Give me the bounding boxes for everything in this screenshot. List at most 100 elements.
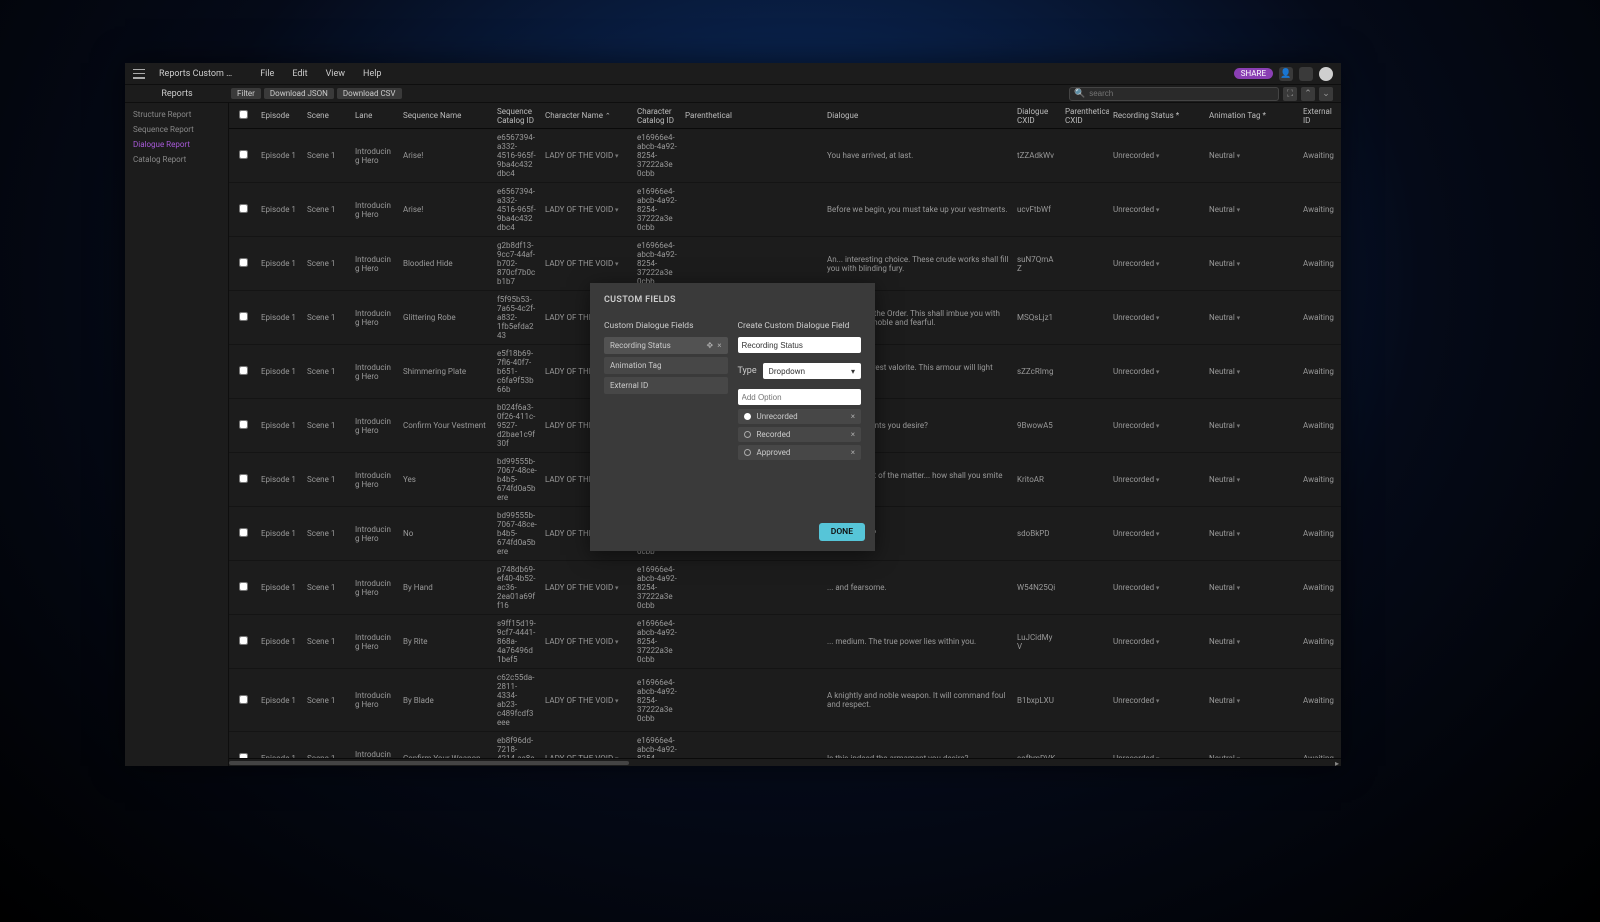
column-header[interactable]: Parenthetical [681,111,823,120]
column-header[interactable]: Sequence Name [399,111,493,120]
remove-field-icon[interactable]: × [717,341,721,350]
row-checkbox[interactable] [239,366,248,375]
column-header[interactable]: External ID [1299,107,1339,125]
settings-icon[interactable] [1299,67,1313,81]
column-header[interactable] [229,110,257,121]
column-header[interactable]: Episode [257,111,303,120]
menu-view[interactable]: View [326,69,345,79]
row-checkbox[interactable] [239,204,248,213]
field-name-input[interactable] [738,337,862,353]
search-input[interactable] [1089,89,1274,98]
column-header[interactable]: Character Catalog ID [633,107,681,125]
sidebar-item[interactable]: Catalog Report [125,152,228,167]
fullscreen-icon[interactable]: ⛶ [1283,87,1297,101]
cell-animation-tag[interactable]: Neutral [1205,579,1299,596]
filter-button[interactable]: Filter [231,88,261,99]
expand-icon[interactable]: ⌄ [1319,87,1333,101]
scroll-right-icon[interactable]: ▸ [1335,759,1339,768]
column-header[interactable]: Sequence Catalog ID [493,107,541,125]
cell-animation-tag[interactable]: Neutral [1205,255,1299,272]
column-header[interactable]: Dialogue [823,111,1013,120]
default-radio[interactable] [744,449,751,456]
column-header[interactable]: Lane [351,111,399,120]
done-button[interactable]: DONE [819,523,865,541]
type-select[interactable]: Dropdown ▾ [763,363,861,379]
row-checkbox[interactable] [239,528,248,537]
cell-animation-tag[interactable]: Neutral [1205,201,1299,218]
cell-character[interactable]: LADY OF THE VOID [541,633,633,650]
cell-character[interactable]: LADY OF THE VOID [541,579,633,596]
cell-animation-tag[interactable]: Neutral [1205,633,1299,650]
custom-field-item[interactable]: Animation Tag [604,357,728,374]
row-checkbox[interactable] [239,582,248,591]
dropdown-option-item[interactable]: Unrecorded× [738,409,862,424]
menu-help[interactable]: Help [363,69,381,79]
cell-recording-status[interactable]: Unrecorded [1109,525,1205,542]
sidebar-item[interactable]: Structure Report [125,107,228,122]
row-checkbox[interactable] [239,636,248,645]
cell-recording-status[interactable]: Unrecorded [1109,255,1205,272]
grip-icon[interactable]: ✥ [707,341,714,350]
user-icon[interactable]: 👤 [1279,67,1293,81]
cell-recording-status[interactable]: Unrecorded [1109,147,1205,164]
cell-animation-tag[interactable]: Neutral [1205,525,1299,542]
cell-animation-tag[interactable]: Neutral [1205,147,1299,164]
row-checkbox[interactable] [239,695,248,704]
search-box[interactable]: 🔍 [1069,87,1279,101]
default-radio[interactable] [744,413,751,420]
cell-character[interactable]: LADY OF THE VOID [541,147,633,164]
table-row[interactable]: Episode 1Scene 1Introducing HeroConfirm … [229,732,1341,758]
row-checkbox[interactable] [239,474,248,483]
sidebar-item[interactable]: Dialogue Report [125,137,228,152]
menu-icon[interactable] [133,69,145,79]
cell-animation-tag[interactable]: Neutral [1205,471,1299,488]
column-header[interactable]: Recording Status * [1109,111,1205,120]
cell-character[interactable]: LADY OF THE VOID [541,692,633,709]
cell-animation-tag[interactable]: Neutral [1205,417,1299,434]
scrollbar-thumb[interactable] [229,761,629,765]
select-all-checkbox[interactable] [239,110,248,119]
cell-animation-tag[interactable]: Neutral [1205,363,1299,380]
remove-option-icon[interactable]: × [851,430,855,439]
horizontal-scrollbar[interactable]: ▸ [229,758,1341,766]
column-header[interactable]: Animation Tag * [1205,111,1299,120]
sidebar-item[interactable]: Sequence Report [125,122,228,137]
custom-field-item[interactable]: External ID [604,377,728,394]
download-csv-button[interactable]: Download CSV [337,88,402,99]
share-button[interactable]: SHARE [1234,68,1273,79]
cell-recording-status[interactable]: Unrecorded [1109,750,1205,758]
table-row[interactable]: Episode 1Scene 1Introducing HeroArise!e6… [229,129,1341,183]
column-header[interactable]: Scene [303,111,351,120]
custom-field-item[interactable]: Recording Status✥× [604,337,728,354]
add-option-input[interactable] [738,389,862,405]
cell-recording-status[interactable]: Unrecorded [1109,417,1205,434]
menu-file[interactable]: File [260,69,274,79]
cell-character[interactable]: LADY OF THE VOID [541,255,633,272]
row-checkbox[interactable] [239,258,248,267]
cell-animation-tag[interactable]: Neutral [1205,309,1299,326]
cell-recording-status[interactable]: Unrecorded [1109,201,1205,218]
cell-recording-status[interactable]: Unrecorded [1109,633,1205,650]
column-header[interactable]: Character Name ⌃ [541,111,633,120]
cell-animation-tag[interactable]: Neutral [1205,692,1299,709]
default-radio[interactable] [744,431,751,438]
table-row[interactable]: Episode 1Scene 1Introducing HeroBy Blade… [229,669,1341,732]
cell-recording-status[interactable]: Unrecorded [1109,692,1205,709]
cell-recording-status[interactable]: Unrecorded [1109,363,1205,380]
table-row[interactable]: Episode 1Scene 1Introducing HeroArise!e6… [229,183,1341,237]
row-checkbox[interactable] [239,420,248,429]
table-row[interactable]: Episode 1Scene 1Introducing HeroBy Handp… [229,561,1341,615]
cell-recording-status[interactable]: Unrecorded [1109,309,1205,326]
cell-character[interactable]: LADY OF THE VOID [541,201,633,218]
remove-option-icon[interactable]: × [851,448,855,457]
menu-edit[interactable]: Edit [292,69,307,79]
cell-recording-status[interactable]: Unrecorded [1109,471,1205,488]
avatar[interactable] [1319,67,1333,81]
collapse-icon[interactable]: ⌃ [1301,87,1315,101]
table-row[interactable]: Episode 1Scene 1Introducing HeroBy Rites… [229,615,1341,669]
dropdown-option-item[interactable]: Recorded× [738,427,862,442]
cell-character[interactable]: LADY OF THE VOID [541,750,633,758]
column-header[interactable]: Parenthetical CXID [1061,107,1109,125]
cell-animation-tag[interactable]: Neutral [1205,750,1299,758]
cell-recording-status[interactable]: Unrecorded [1109,579,1205,596]
